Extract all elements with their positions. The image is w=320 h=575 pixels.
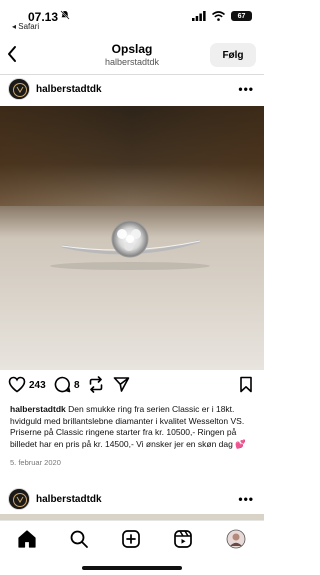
wifi-icon (212, 11, 225, 21)
ring-photo (0, 106, 264, 370)
post-actions: 243 8 (0, 374, 264, 396)
more-options-icon[interactable]: ••• (238, 82, 254, 96)
back-to-safari-link[interactable]: ◂ Safari (12, 22, 39, 31)
bottom-tab-bar (0, 520, 264, 575)
next-post-avatar[interactable] (8, 488, 30, 510)
post-caption: halberstadtdk Den smukke ring fra serien… (10, 404, 256, 450)
next-post-more-icon[interactable]: ••• (238, 492, 254, 506)
comment-icon[interactable] (54, 376, 71, 393)
post-date: 5. februar 2020 (10, 458, 61, 467)
avatar[interactable] (8, 78, 30, 100)
next-post-header: halberstadtdk ••• (0, 484, 264, 512)
heart-icon[interactable] (8, 376, 26, 393)
post-image[interactable] (0, 106, 264, 370)
reels-icon[interactable] (173, 529, 193, 549)
share-icon[interactable] (113, 376, 130, 393)
status-bar: 07.13 ◂ Safari 67 (0, 0, 264, 32)
signal-icon (192, 11, 206, 21)
bookmark-icon[interactable] (239, 376, 253, 393)
search-icon[interactable] (69, 529, 89, 549)
battery-icon: 67 (231, 11, 252, 21)
avatar-logo-icon (9, 489, 29, 509)
next-post-username[interactable]: halberstadtdk (36, 494, 102, 505)
profile-avatar[interactable] (226, 529, 246, 549)
repost-icon[interactable] (88, 376, 104, 393)
bell-slash-icon (60, 10, 70, 20)
comment-count[interactable]: 8 (74, 380, 80, 391)
post-username[interactable]: halberstadtdk (36, 84, 102, 95)
home-icon[interactable] (17, 529, 37, 549)
like-count[interactable]: 243 (29, 380, 46, 391)
post-header: halberstadtdk ••• (0, 74, 264, 106)
home-indicator (82, 566, 182, 570)
battery-level: 67 (237, 12, 246, 20)
nav-header: Opslag halberstadtdk Følg (0, 36, 264, 74)
avatar-logo-icon (9, 79, 29, 99)
create-icon[interactable] (121, 529, 141, 549)
follow-button[interactable]: Følg (210, 43, 256, 67)
caption-username[interactable]: halberstadtdk (10, 404, 66, 414)
